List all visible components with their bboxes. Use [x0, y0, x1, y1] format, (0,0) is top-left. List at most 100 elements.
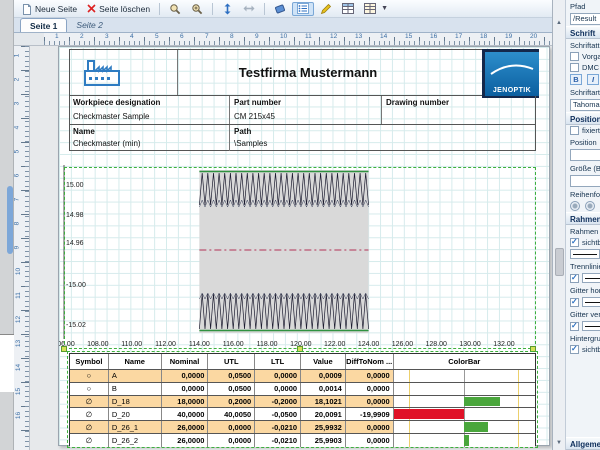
reihenfolge-label: Reihenfolge [566, 188, 600, 200]
part-number-value[interactable]: CM 215x45 [229, 110, 381, 124]
dmc-checkbox-row[interactable]: DMC [566, 62, 600, 73]
order-front-icon[interactable] [570, 201, 580, 211]
section-allgemein[interactable]: Allgemein [566, 437, 600, 450]
gitter-horizontal-row[interactable] [566, 296, 600, 308]
gitter-horizontal-checkbox[interactable] [570, 298, 579, 307]
italic-button[interactable]: I [587, 74, 599, 85]
table-header-cell: UTL [208, 354, 255, 369]
gitter-vertikal-linestyle-dropdown[interactable] [582, 321, 600, 331]
groesse-input[interactable] [570, 175, 600, 187]
table-options-button[interactable]: ▼ [360, 2, 394, 16]
company-logo-cell[interactable] [70, 50, 178, 95]
zoom-out-button[interactable] [165, 2, 185, 16]
field-list-button[interactable] [292, 2, 314, 16]
hintergrund-sichtbar-checkbox[interactable] [570, 345, 579, 354]
report-header-block[interactable]: Testfirma Mustermann JENOPTIK [69, 49, 536, 96]
utl-cell: 0,0500 [208, 370, 255, 382]
order-back-icon[interactable] [585, 201, 595, 211]
design-canvas[interactable]: Testfirma Mustermann JENOPTIK Workpiece … [30, 46, 552, 450]
gitter-horizontal-label: Gitter horizontal [566, 284, 600, 296]
section-schrift[interactable]: Schrift [566, 26, 600, 39]
trennlinie-label: Trennlinie [566, 260, 600, 272]
table-button[interactable] [338, 2, 358, 16]
rahmen-sichtbar-row[interactable]: sichtbar [566, 237, 600, 248]
rahmen-sichtbar-checkbox[interactable] [570, 238, 579, 247]
tab-seite-1[interactable]: Seite 1 [20, 18, 67, 32]
v-ruler-number: 3 [14, 102, 20, 106]
left-scrollbar-thumb[interactable] [7, 186, 13, 254]
eraser-button[interactable] [270, 2, 290, 16]
value-cell: 25,9932 [301, 421, 346, 433]
tab-seite-2[interactable]: Seite 2 [67, 18, 111, 32]
right-scrollbar[interactable]: ▲ ▼ [552, 0, 565, 450]
vorgabe-checkbox-row[interactable]: Vorgabe [566, 51, 600, 62]
dropdown-caret-icon: ▼ [379, 5, 390, 12]
trennlinie-checkbox[interactable] [570, 274, 579, 283]
scroll-up-icon[interactable]: ▲ [556, 20, 562, 26]
h-ruler-number: 2 [80, 33, 84, 40]
vorgabe-checkbox[interactable] [570, 52, 579, 61]
value-cell: 0,0009 [301, 370, 346, 382]
h-ruler-number: 1 [55, 33, 59, 40]
report-page[interactable]: Testfirma Mustermann JENOPTIK Workpiece … [58, 46, 550, 446]
edit-button[interactable] [316, 2, 336, 16]
nominal-cell: 26,0000 [162, 421, 209, 433]
colorbar-cell [394, 383, 535, 395]
ruler-corner [14, 33, 44, 46]
name-cell: B [109, 383, 162, 395]
v-ruler-number: 11 [15, 292, 22, 299]
bold-button[interactable]: B [570, 74, 582, 85]
section-position[interactable]: Position [566, 112, 600, 125]
symbol-cell: ∅ [70, 421, 109, 433]
fixiert-checkbox-row[interactable]: fixiert [566, 125, 600, 136]
v-ruler-number: 12 [15, 316, 22, 323]
new-page-label: Neue Seite [35, 4, 77, 14]
path-value[interactable]: \Samples [229, 137, 536, 151]
fit-height-icon [222, 3, 233, 15]
table-header-cell: LTL [255, 354, 301, 369]
value-cell: 0,0014 [301, 383, 346, 395]
gitter-horizontal-linestyle-dropdown[interactable] [582, 297, 600, 307]
colorbar-bar [464, 435, 469, 446]
factory-icon [82, 58, 124, 88]
delete-page-button[interactable]: Seite löschen [83, 2, 154, 16]
colorbar-guide-line [464, 383, 465, 395]
report-title: Testfirma Mustermann [178, 50, 438, 95]
chart-selection-outline[interactable] [64, 167, 536, 349]
section-rahmen[interactable]: Rahmen [566, 212, 600, 225]
scroll-down-icon[interactable]: ▼ [556, 440, 562, 446]
value-cell: 18,1021 [301, 396, 346, 408]
rahmen-linestyle-dropdown[interactable] [570, 249, 600, 259]
zoom-in-button[interactable] [187, 2, 207, 16]
v-ruler-number: 5 [14, 150, 20, 154]
result-table[interactable]: SymbolNameNominalUTLLTLValueDiffToNom ..… [69, 353, 536, 446]
new-page-button[interactable]: Neue Seite [18, 2, 81, 16]
v-ruler-number: 10 [15, 268, 22, 275]
v-ruler-number: 4 [14, 126, 20, 130]
workpiece-value[interactable]: Checkmaster Sample [69, 110, 229, 124]
h-ruler-number: 13 [355, 33, 362, 40]
gitter-vertikal-row[interactable] [566, 320, 600, 332]
colorbar-guide-line [464, 408, 465, 420]
fit-width-button[interactable] [239, 2, 259, 16]
utl-cell: 0,0000 [208, 434, 255, 447]
fixiert-checkbox[interactable] [570, 126, 579, 135]
colorbar-guide-line [518, 421, 519, 433]
right-scrollbar-thumb[interactable] [555, 248, 564, 276]
name-value[interactable]: Checkmaster (min) [69, 137, 229, 151]
fit-height-button[interactable] [218, 2, 237, 16]
path-field-input[interactable]: /Result [570, 13, 600, 25]
position-input[interactable] [570, 149, 600, 161]
hintergrund-sichtbar-row[interactable]: sichtbar [566, 344, 600, 355]
dmc-checkbox[interactable] [570, 63, 579, 72]
gitter-vertikal-checkbox[interactable] [570, 322, 579, 331]
v-ruler-number: 1 [14, 54, 20, 58]
trennlinie-linestyle-dropdown[interactable] [582, 273, 600, 283]
drawing-number-value[interactable] [381, 110, 536, 124]
h-ruler-number: 7 [205, 33, 209, 40]
trennlinie-row[interactable] [566, 272, 600, 284]
fit-width-icon [243, 3, 255, 14]
nominal-cell: 26,0000 [162, 434, 209, 447]
h-ruler-number: 12 [330, 33, 337, 40]
schriftart-combobox[interactable]: Tahoma [570, 99, 600, 111]
